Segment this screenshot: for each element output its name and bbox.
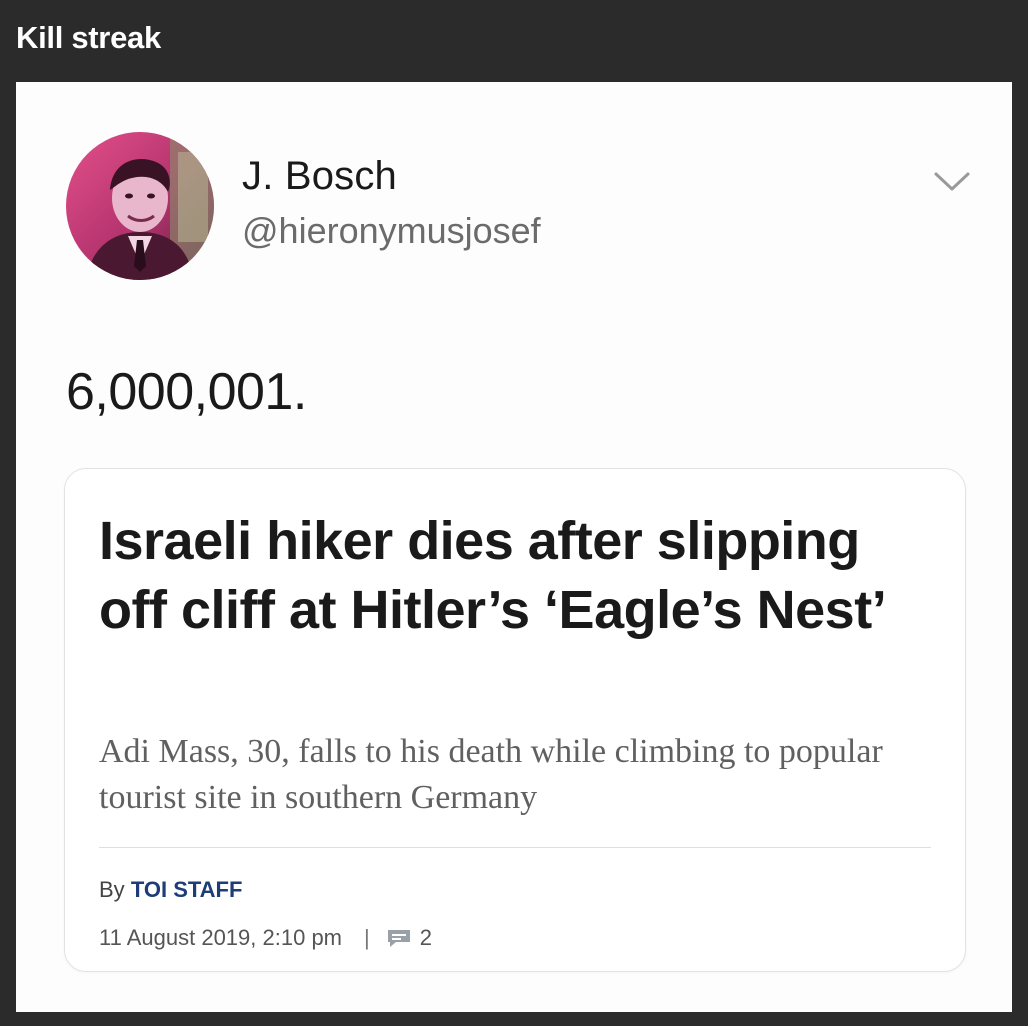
- meta-separator: |: [364, 925, 370, 950]
- article-card[interactable]: Israeli hiker dies after slipping off cl…: [64, 468, 966, 972]
- tweet-screenshot: J. Bosch @hieronymusjosef 6,000,001. Isr…: [16, 82, 1012, 1012]
- display-name[interactable]: J. Bosch: [242, 154, 397, 199]
- byline: By TOI STAFF: [99, 877, 242, 903]
- post-frame: Kill streak J. Bosch @hieronymusjosef 6,…: [0, 0, 1028, 1026]
- publish-date: 11 August 2019, 2:10 pm: [99, 925, 342, 950]
- post-title: Kill streak: [16, 20, 161, 55]
- article-meta: 11 August 2019, 2:10 pm | 2: [99, 925, 432, 951]
- chevron-down-icon[interactable]: [930, 168, 974, 196]
- article-subhead: Adi Mass, 30, falls to his death while c…: [99, 733, 883, 816]
- tweet-text: 6,000,001.: [66, 363, 307, 421]
- avatar[interactable]: [66, 132, 214, 280]
- byline-prefix: By: [99, 877, 125, 902]
- article-headline[interactable]: Israeli hiker dies after slipping off cl…: [99, 507, 929, 645]
- comment-count[interactable]: 2: [420, 925, 432, 951]
- author-link[interactable]: TOI STAFF: [131, 877, 243, 902]
- divider: [99, 847, 931, 848]
- avatar-portrait-icon: [66, 132, 214, 280]
- comment-icon[interactable]: [386, 928, 412, 948]
- user-handle[interactable]: @hieronymusjosef: [242, 210, 541, 252]
